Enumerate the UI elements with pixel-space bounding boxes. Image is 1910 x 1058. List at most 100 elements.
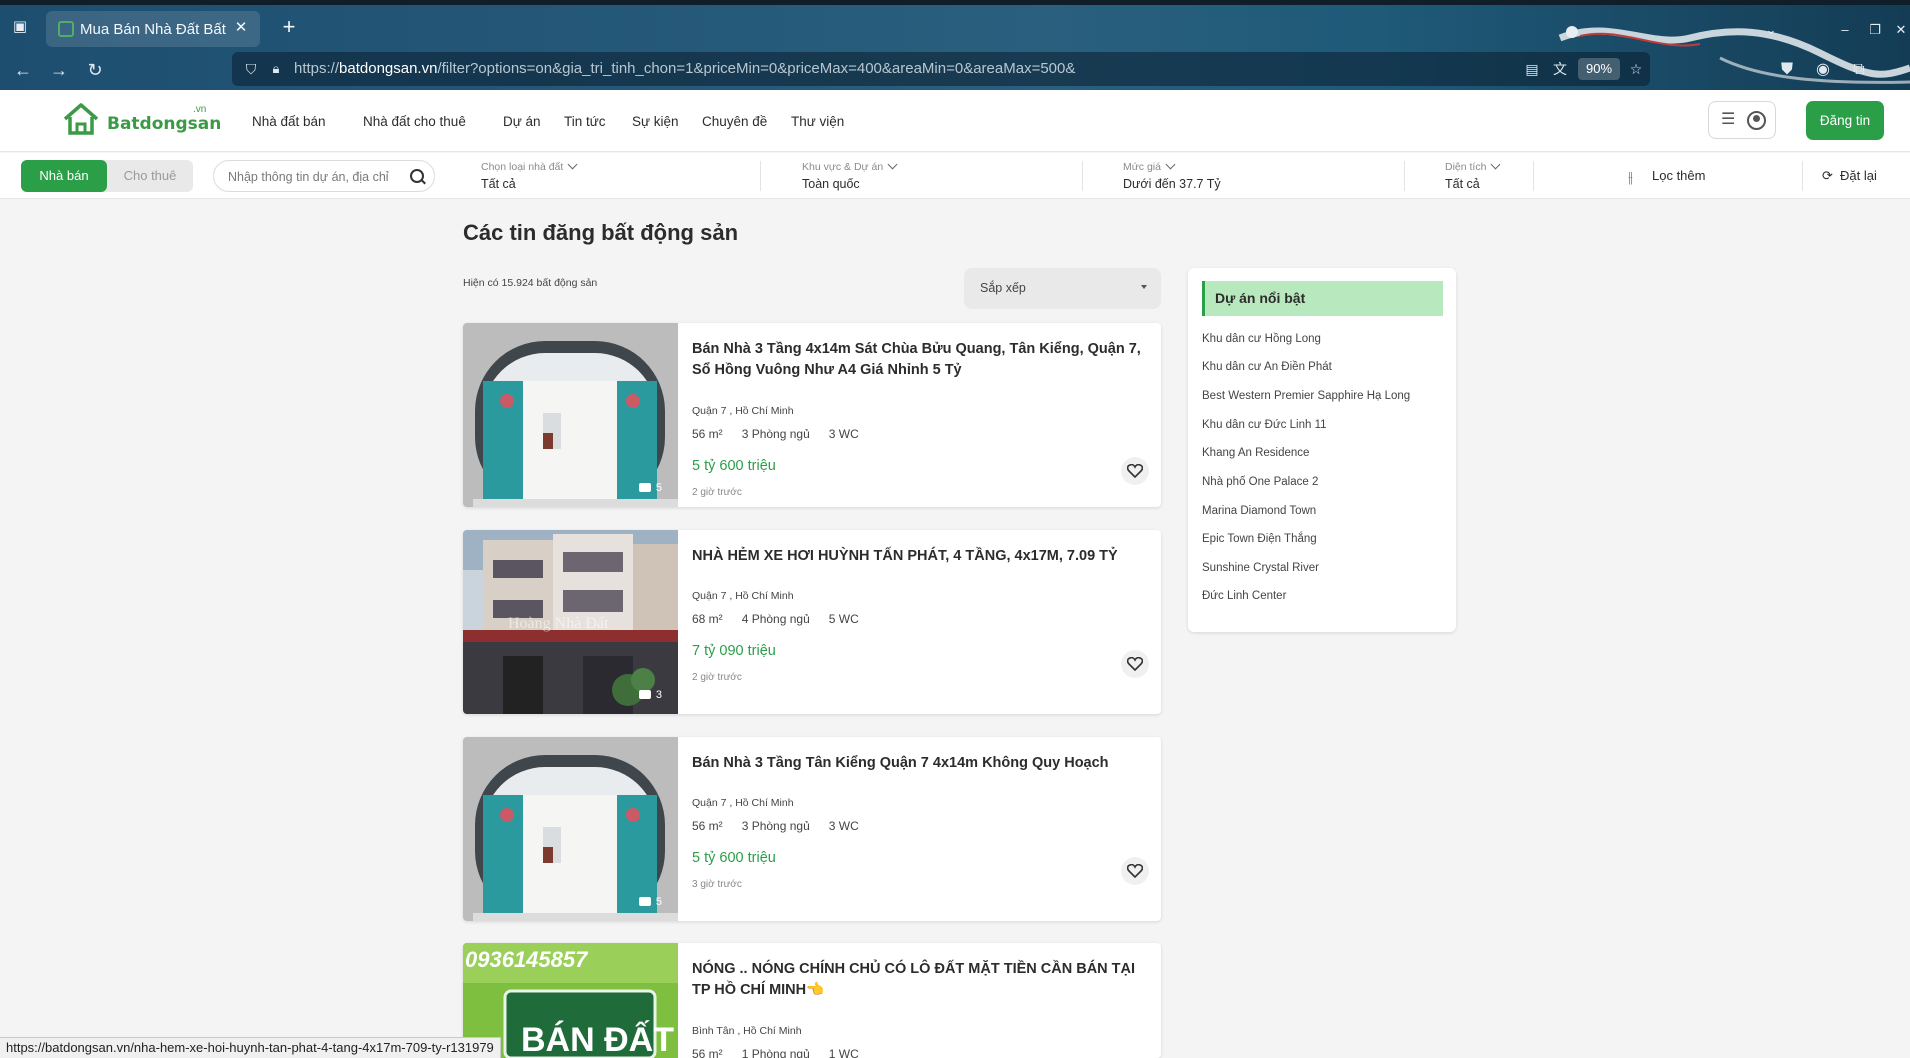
reset-label: Đặt lại	[1840, 168, 1877, 183]
listing-title[interactable]: Bán Nhà 3 Tầng 4x14m Sát Chùa Bửu Quang,…	[692, 339, 1147, 381]
featured-project-link[interactable]: Đức Linh Center	[1202, 590, 1286, 602]
back-arrow-icon[interactable]: ←	[12, 59, 34, 81]
menu-thu-vien[interactable]: Thư viện	[791, 113, 844, 131]
menu-nha-dat-cho-thue[interactable]: Nhà đất cho thuê	[363, 113, 466, 131]
account-icon[interactable]: ◉	[1812, 59, 1834, 81]
featured-project-link[interactable]: Khang An Residence	[1202, 447, 1309, 459]
zoom-level-badge[interactable]: 90%	[1578, 58, 1620, 80]
new-tab-button[interactable]: +	[278, 16, 300, 39]
featured-project-link[interactable]: Best Western Premier Sapphire Hạ Long	[1202, 390, 1410, 402]
url-text[interactable]: https://batdongsan.vn/filter?options=on&…	[294, 60, 1075, 78]
size-label-text: Diện tích	[1445, 161, 1487, 173]
property-type-value: Tất cả	[481, 177, 516, 191]
menu-tin-tuc[interactable]: Tin tức	[564, 113, 606, 131]
search-icon[interactable]	[410, 169, 424, 183]
listing-price: 7 tỷ 090 triệu	[692, 643, 776, 659]
listing-title[interactable]: NÓNG .. NÓNG CHÍNH CHỦ CÓ LÔ ĐẤT MẶT TIỀ…	[692, 959, 1147, 1001]
tab-rent[interactable]: Cho thuê	[107, 160, 193, 192]
close-tab-icon[interactable]: ✕	[232, 19, 250, 37]
listing-card[interactable]: 0936145857 BÁN ĐẤT NÓNG .. NÓNG CHÍNH CH…	[463, 943, 1161, 1058]
tab-sale[interactable]: Nhà bán	[21, 160, 107, 192]
photo-count-value: 3	[655, 689, 662, 701]
listing-bedrooms: 3 Phòng ngủ	[741, 427, 810, 441]
reader-view-icon[interactable]: ▤	[1522, 60, 1542, 78]
featured-project-link[interactable]: Nhà phố One Palace 2	[1202, 476, 1318, 488]
lock-icon[interactable]: 🔒︎	[268, 60, 284, 78]
menu-du-an[interactable]: Dự án	[503, 113, 541, 131]
camera-icon	[638, 483, 651, 492]
tab-list-icon[interactable]: ▣	[10, 18, 30, 36]
listing-thumbnail[interactable]: 5	[463, 323, 678, 507]
chevron-down-icon	[1165, 159, 1176, 170]
sliders-icon: ⫲	[1628, 168, 1633, 186]
logo-wordmark: Batdongsan	[107, 114, 222, 134]
url-scheme: https://	[294, 60, 340, 77]
pocket-icon[interactable]: ⛊	[1776, 59, 1798, 81]
tab-overflow-chevron-icon[interactable]: ⌄	[1760, 21, 1782, 39]
menu-su-kien[interactable]: Sự kiện	[632, 113, 679, 131]
listing-card[interactable]: 5 Bán Nhà 3 Tầng 4x14m Sát Chùa Bửu Quan…	[463, 323, 1161, 507]
translate-icon[interactable]: 文	[1550, 60, 1570, 78]
post-listing-button[interactable]: Đăng tin	[1806, 101, 1884, 140]
browser-chrome: ▣ Mua Bán Nhà Đất Bất Độ ✕ + ⌄ – ❐ ✕ ← →…	[0, 0, 1910, 90]
featured-project-link[interactable]: Khu dân cư An Điền Phát	[1202, 361, 1332, 373]
reset-filters-button[interactable]: ⟳ Đặt lại	[1822, 166, 1877, 186]
listing-area: 56 m²	[692, 427, 723, 441]
listing-thumbnail[interactable]: Hoàng Nhà Đất 3	[463, 530, 678, 714]
featured-project-link[interactable]: Khu dân cư Đức Linh 11	[1202, 419, 1327, 431]
featured-project-link[interactable]: Marina Diamond Town	[1202, 505, 1316, 517]
listing-title[interactable]: Bán Nhà 3 Tầng Tân Kiểng Quận 7 4x14m Kh…	[692, 753, 1147, 774]
listing-location: Quận 7 , Hồ Chí Minh	[692, 590, 794, 602]
site-logo[interactable]: Batdongsan .vn	[62, 102, 221, 136]
divider	[1802, 161, 1803, 191]
close-window-icon[interactable]: ✕	[1890, 21, 1910, 39]
featured-project-link[interactable]: Khu dân cư Hồng Long	[1202, 333, 1321, 345]
restore-window-icon[interactable]: ❐	[1864, 21, 1886, 39]
price-filter[interactable]: Mức giá Dưới đến 37.7 Tỷ	[1123, 153, 1393, 199]
tracking-shield-icon[interactable]: ⛉	[242, 60, 260, 78]
property-type-filter[interactable]: Chọn loại nhà đất Tất cả	[481, 153, 751, 199]
area-project-filter[interactable]: Khu vực & Dự án Toàn quốc	[802, 153, 1072, 199]
extensions-icon[interactable]: ⧉	[1848, 59, 1870, 81]
search-input[interactable]	[228, 167, 398, 187]
featured-project-link[interactable]: Sunshine Crystal River	[1202, 562, 1319, 574]
sale-rent-toggle: Nhà bán Cho thuê	[21, 160, 193, 192]
minimize-window-icon[interactable]: –	[1834, 21, 1856, 39]
listing-title[interactable]: NHÀ HẺM XE HƠI HUỲNH TẤN PHÁT, 4 TẦNG, 4…	[692, 546, 1147, 567]
price-value: Dưới đến 37.7 Tỷ	[1123, 177, 1221, 191]
filter-bar: Nhà bán Cho thuê Chọn loại nhà đất Tất c…	[0, 153, 1910, 199]
property-type-label-text: Chọn loại nhà đất	[481, 161, 564, 173]
reload-icon[interactable]: ↻	[84, 59, 106, 81]
sort-dropdown[interactable]: Sắp xếp	[964, 268, 1161, 309]
menu-nha-dat-ban[interactable]: Nhà đất bán	[252, 113, 326, 131]
logo-suffix: .vn	[193, 104, 207, 115]
bookmark-star-icon[interactable]: ☆	[1626, 60, 1646, 78]
camera-icon	[638, 897, 651, 906]
more-filters-label: Lọc thêm	[1652, 168, 1706, 183]
listing-price: 5 tỷ 600 triệu	[692, 458, 776, 474]
property-type-label: Chọn loại nhà đất	[481, 159, 578, 173]
photo-count: 5	[638, 482, 662, 494]
listing-wc: 3 WC	[828, 427, 859, 441]
chevron-down-icon	[1490, 159, 1501, 170]
caret-down-icon	[1141, 285, 1147, 289]
hamburger-menu-icon: ☰	[1721, 111, 1736, 128]
url-domain: batdongsan.vn	[339, 60, 438, 77]
favorite-heart-button[interactable]	[1121, 857, 1149, 885]
size-filter[interactable]: Diện tích Tất cả	[1445, 153, 1575, 199]
more-filters-button[interactable]: ⫲ Lọc thêm	[1628, 166, 1705, 186]
listing-card[interactable]: Hoàng Nhà Đất 3 NHÀ HẺM XE HƠI HUỲNH TẤN…	[463, 530, 1161, 714]
doorway-interior-photo	[463, 323, 678, 507]
menu-chuyen-de[interactable]: Chuyên đề	[702, 113, 767, 131]
browser-tab-active[interactable]: Mua Bán Nhà Đất Bất Độ ✕	[46, 11, 260, 47]
favorite-heart-button[interactable]	[1121, 650, 1149, 678]
account-menu-button[interactable]: ☰	[1708, 101, 1776, 139]
listing-thumbnail[interactable]: 5	[463, 737, 678, 921]
favorite-heart-button[interactable]	[1121, 457, 1149, 485]
forward-arrow-icon[interactable]: →	[48, 59, 70, 81]
divider	[760, 161, 761, 191]
featured-project-link[interactable]: Epic Town Điện Thắng	[1202, 533, 1317, 545]
listing-card[interactable]: 5 Bán Nhà 3 Tầng Tân Kiểng Quận 7 4x14m …	[463, 737, 1161, 921]
listing-attributes: 56 m² 1 Phòng ngủ 1 WC	[692, 1047, 878, 1058]
address-bar[interactable]: ⛉ 🔒︎ https://batdongsan.vn/filter?option…	[232, 52, 1650, 86]
